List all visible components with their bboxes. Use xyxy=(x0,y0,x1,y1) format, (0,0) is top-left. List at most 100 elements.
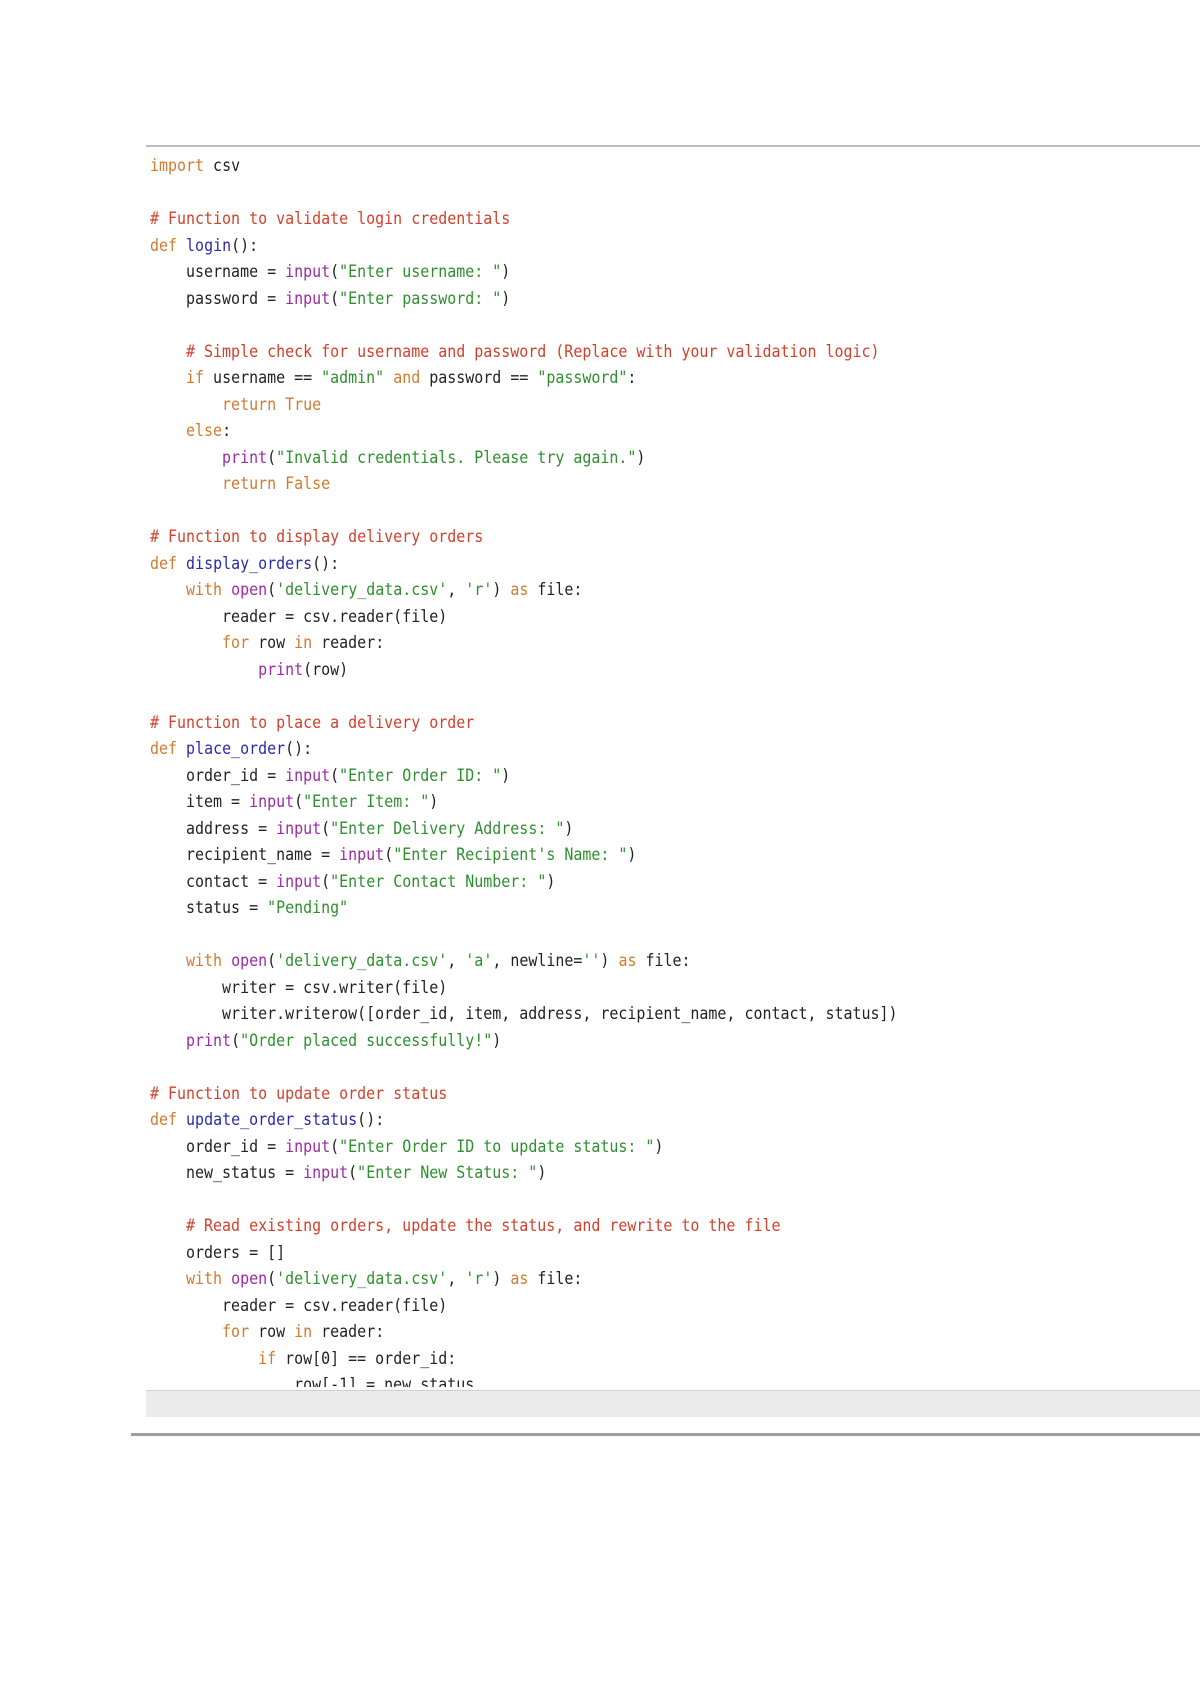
code-line: status = "Pending" xyxy=(150,895,348,922)
code-token: if xyxy=(150,368,205,388)
code-token: input xyxy=(249,792,295,812)
code-token: open xyxy=(231,951,268,971)
code-token: "Pending" xyxy=(267,898,349,918)
code-token: "Enter username: " xyxy=(339,262,502,282)
code-line: # Function to display delivery orders xyxy=(150,524,483,551)
code-token: file: xyxy=(528,580,583,600)
page-divider xyxy=(131,1433,1200,1436)
code-token: : xyxy=(222,421,232,441)
code-token: "Enter New Status: " xyxy=(357,1163,538,1183)
code-token: def xyxy=(150,553,178,574)
code-token: row xyxy=(249,633,295,653)
code-token: ( xyxy=(267,1269,277,1289)
code-token: reader = csv.reader(file) xyxy=(150,1295,448,1316)
code-token: row[-1] = new_status xyxy=(150,1375,475,1387)
code-token: "Enter Delivery Address: " xyxy=(330,818,565,839)
code-token: input xyxy=(303,1163,349,1183)
code-token: ) xyxy=(654,1136,664,1157)
code-line: writer = csv.writer(file) xyxy=(150,975,447,1002)
code-token: input xyxy=(285,1136,331,1157)
code-token: password = xyxy=(150,288,286,309)
code-token: as xyxy=(618,951,637,971)
code-token: else xyxy=(150,421,223,441)
code-line: for row in reader: xyxy=(150,1319,384,1346)
code-token: in xyxy=(294,1322,313,1342)
code-token: login xyxy=(186,235,232,256)
code-line: def place_order(): xyxy=(150,736,312,763)
code-token: "Enter Order ID: " xyxy=(339,765,502,786)
code-token: ) xyxy=(492,580,511,600)
code-token: "password" xyxy=(537,368,628,388)
code-token: ) xyxy=(501,288,511,309)
code-line: print("Invalid credentials. Please try a… xyxy=(150,445,645,472)
code-line: reader = csv.reader(file) xyxy=(150,1293,447,1320)
code-token: ( xyxy=(330,288,340,309)
code-token: with xyxy=(150,951,223,971)
code-token: "Enter Order ID to update status: " xyxy=(339,1136,655,1157)
code-token: # Read existing orders, update the statu… xyxy=(150,1216,781,1236)
code-token: # Function to place a delivery order xyxy=(150,712,475,733)
code-token: import xyxy=(150,156,205,176)
code-line: order_id = input("Enter Order ID: ") xyxy=(150,763,510,790)
code-token: ( xyxy=(321,871,331,892)
code-token: open xyxy=(231,580,268,600)
code-token: update_order_status xyxy=(186,1110,358,1130)
code-token: "admin" xyxy=(321,368,385,388)
code-token: ( xyxy=(330,1136,340,1157)
code-token: ) xyxy=(492,1269,511,1289)
code-token: ) xyxy=(546,871,556,892)
code-line: # Function to update order status xyxy=(150,1081,447,1108)
horizontal-scrollbar[interactable] xyxy=(146,1390,1200,1417)
code-token: ) xyxy=(501,765,511,786)
code-token: ( xyxy=(330,765,340,786)
code-token: input xyxy=(339,845,385,865)
code-line: def display_orders(): xyxy=(150,551,339,578)
code-token: (): xyxy=(285,739,313,759)
code-token: and xyxy=(393,368,421,388)
code-token: place_order xyxy=(186,739,286,759)
code-line: def update_order_status(): xyxy=(150,1107,384,1134)
code-token: def xyxy=(150,235,178,256)
code-token: writer.writerow([order_id, item, address… xyxy=(150,1004,898,1024)
code-token: ( xyxy=(384,845,394,865)
code-line: order_id = input("Enter Order ID to upda… xyxy=(150,1134,663,1161)
code-token: order_id = xyxy=(150,765,286,786)
code-line: contact = input("Enter Contact Number: "… xyxy=(150,869,555,896)
code-token: ) xyxy=(501,262,511,282)
code-token: input xyxy=(276,871,322,892)
code-line: # Read existing orders, update the statu… xyxy=(150,1213,780,1240)
code-line: with open('delivery_data.csv', 'r') as f… xyxy=(150,577,582,604)
code-line: password = input("Enter password: ") xyxy=(150,286,510,313)
code-token: "Invalid credentials. Please try again." xyxy=(276,447,637,468)
code-token: 'r' xyxy=(465,1269,493,1289)
code-token: open xyxy=(231,1269,268,1289)
code-token: new_status = xyxy=(150,1163,304,1183)
code-line: # Function to validate login credentials xyxy=(150,206,510,233)
code-token: recipient_name = xyxy=(150,845,340,865)
code-token: with xyxy=(150,580,223,600)
code-token: (row) xyxy=(303,659,349,680)
code-token: csv xyxy=(204,156,241,176)
code-token: input xyxy=(285,262,331,282)
code-token: for xyxy=(150,633,250,653)
code-line: return True xyxy=(150,392,321,419)
code-token: status = xyxy=(150,898,268,918)
code-line: if row[0] == order_id: xyxy=(150,1346,456,1373)
code-token: reader = csv.reader(file) xyxy=(150,606,448,627)
code-token: reader: xyxy=(312,1322,385,1342)
code-token: # Function to validate login credentials xyxy=(150,209,511,229)
code-token: ) xyxy=(636,447,646,468)
code-token: (): xyxy=(231,235,259,256)
code-line: # Function to place a delivery order xyxy=(150,710,474,737)
code-token: : xyxy=(627,368,637,388)
code-token: file: xyxy=(528,1269,583,1289)
code-line: # Simple check for username and password… xyxy=(150,339,880,366)
code-token: contact = xyxy=(150,871,277,892)
code-token: password == xyxy=(420,368,538,388)
code-token: 'delivery_data.csv' xyxy=(276,951,448,971)
code-line: reader = csv.reader(file) xyxy=(150,604,447,631)
code-token: , xyxy=(447,1269,466,1289)
